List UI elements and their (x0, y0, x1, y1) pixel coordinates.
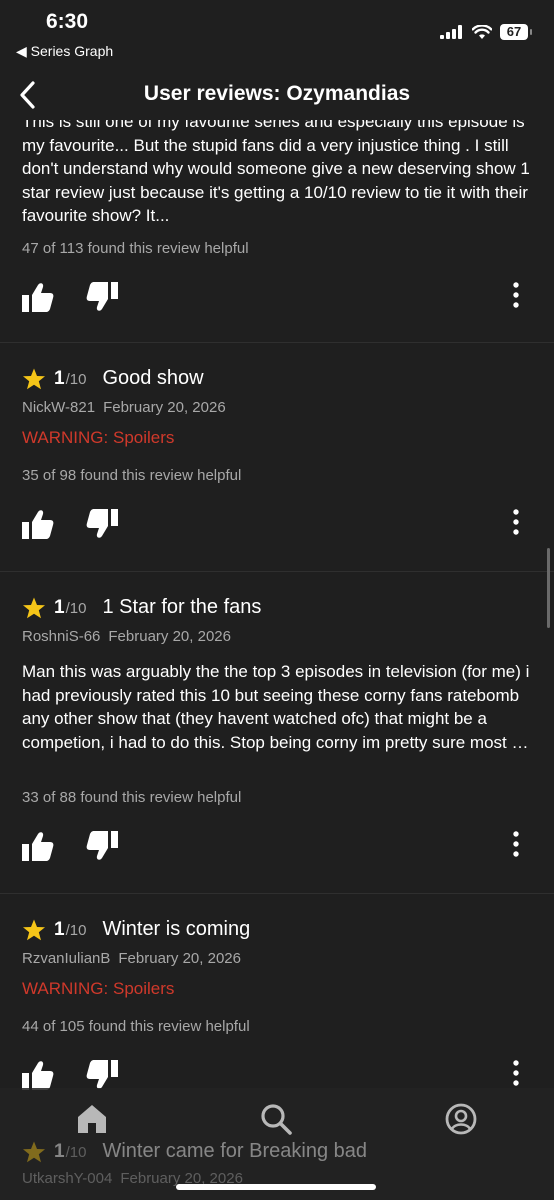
review-card-peek: 1/10 Winter came for Breaking bad Utkars… (0, 1140, 554, 1187)
navigation-bar: User reviews: Ozymandias (0, 70, 554, 120)
review-text[interactable]: Man this was arguably the the top 3 epis… (22, 660, 532, 754)
review-author[interactable]: NickW-821 (22, 399, 95, 416)
review-meta: NickW-821 February 20, 2026 (22, 399, 226, 416)
rating-row: 1/10 Good show (22, 367, 204, 391)
profile-icon[interactable] (444, 1102, 478, 1136)
vote-row (0, 509, 554, 549)
helpful-count: 35 of 98 found this review helpful (22, 467, 242, 484)
review-card: 1/10 1 Star for the fans RoshniS-66 Febru… (0, 572, 554, 894)
star-icon (23, 597, 45, 619)
star-icon (23, 368, 45, 390)
more-options-icon[interactable] (505, 282, 527, 308)
more-options-icon[interactable] (505, 1060, 527, 1086)
rating-score: 1 (54, 919, 65, 940)
more-options-icon[interactable] (505, 831, 527, 857)
review-card: This is still one of my favourite series… (0, 106, 554, 343)
thumbs-down-icon[interactable] (86, 1060, 118, 1090)
review-title[interactable]: Winter is coming (102, 918, 250, 941)
scroll-indicator[interactable] (547, 548, 550, 628)
rating-score: 1 (54, 1141, 65, 1162)
home-indicator[interactable] (176, 1184, 376, 1190)
thumbs-up-icon[interactable] (22, 1060, 54, 1090)
review-author[interactable]: UtkarshY-004 (22, 1170, 112, 1187)
home-icon[interactable] (75, 1102, 109, 1136)
thumbs-down-icon[interactable] (86, 282, 118, 312)
vote-row (0, 831, 554, 871)
search-icon[interactable] (259, 1102, 293, 1136)
battery-icon: 67 (500, 24, 532, 40)
reviews-list: This is still one of my favourite series… (0, 106, 554, 1134)
wifi-icon (472, 24, 492, 39)
rating-max: /10 (65, 600, 87, 617)
thumbs-down-icon[interactable] (86, 831, 118, 861)
spoiler-warning[interactable]: WARNING: Spoilers (22, 428, 174, 448)
spoiler-warning[interactable]: WARNING: Spoilers (22, 979, 174, 999)
rating-max: /10 (65, 371, 87, 388)
signal-icon (440, 25, 462, 39)
review-author[interactable]: RzvanIulianB (22, 950, 110, 967)
review-card: 1/10 Good show NickW-821 February 20, 202… (0, 343, 554, 572)
thumbs-up-icon[interactable] (22, 831, 54, 861)
helpful-count: 33 of 88 found this review helpful (22, 789, 242, 806)
review-meta: RzvanIulianB February 20, 2026 (22, 950, 241, 967)
star-icon (23, 919, 45, 941)
back-to-app-link[interactable]: ◀ Series Graph (16, 43, 113, 60)
rating-row: 1/10 Winter came for Breaking bad (22, 1140, 532, 1164)
review-title[interactable]: 1 Star for the fans (102, 596, 261, 619)
status-icons: 67 (440, 24, 532, 40)
review-date: February 20, 2026 (103, 399, 226, 416)
review-author[interactable]: RoshniS-66 (22, 628, 100, 645)
clock: 6:30 (46, 10, 89, 33)
review-title[interactable]: Good show (102, 367, 203, 390)
rating-score: 1 (54, 597, 65, 618)
review-date: February 20, 2026 (118, 950, 241, 967)
helpful-count: 47 of 113 found this review helpful (22, 240, 249, 257)
thumbs-up-icon[interactable] (22, 282, 54, 312)
status-bar: 6:30 ◀ Series Graph 67 (0, 0, 554, 70)
thumbs-up-icon[interactable] (22, 509, 54, 539)
vote-row (0, 282, 554, 322)
rating-row: 1/10 1 Star for the fans (22, 596, 261, 620)
rating-max: /10 (65, 1144, 87, 1161)
review-text[interactable]: This is still one of my favourite series… (22, 110, 532, 228)
helpful-count: 44 of 105 found this review helpful (22, 1018, 250, 1035)
review-meta: RoshniS-66 February 20, 2026 (22, 628, 231, 645)
review-date: February 20, 2026 (108, 628, 231, 645)
page-title: User reviews: Ozymandias (143, 82, 411, 105)
star-icon (23, 1141, 45, 1163)
thumbs-down-icon[interactable] (86, 509, 118, 539)
rating-max: /10 (65, 922, 87, 939)
rating-score: 1 (54, 368, 65, 389)
rating-row: 1/10 Winter is coming (22, 918, 250, 942)
more-options-icon[interactable] (505, 509, 527, 535)
review-title[interactable]: Winter came for Breaking bad (102, 1140, 367, 1163)
